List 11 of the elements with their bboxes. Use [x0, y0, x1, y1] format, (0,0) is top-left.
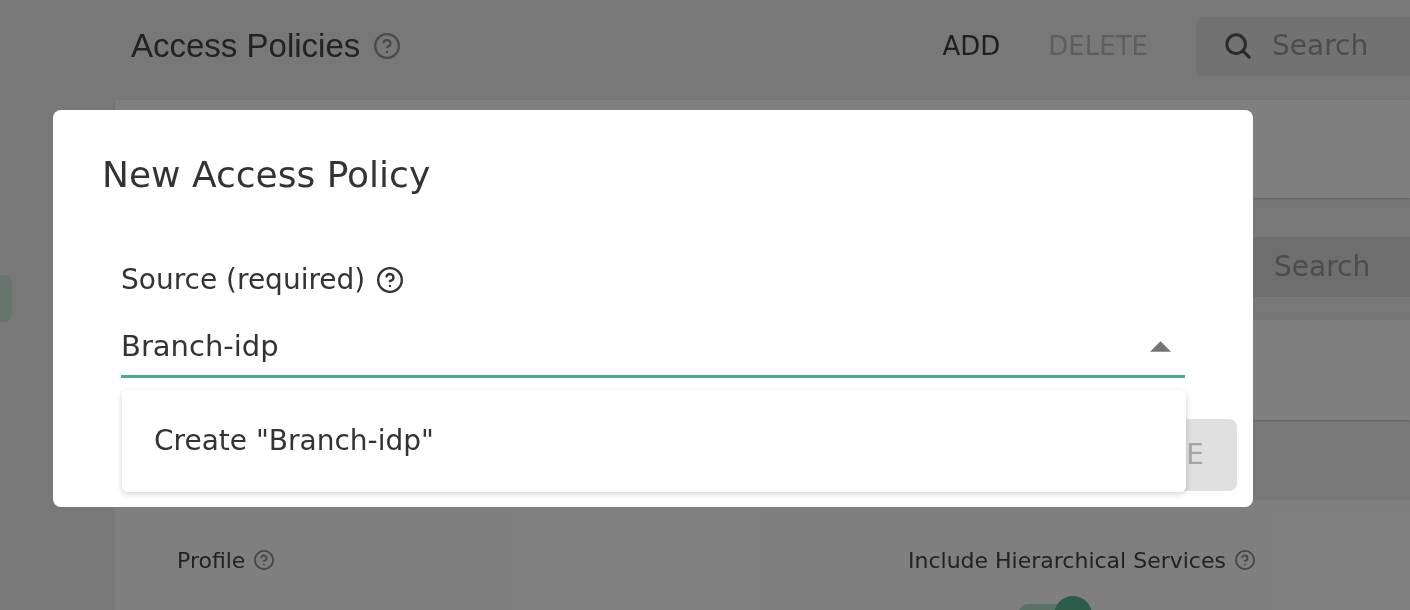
- caret-icon[interactable]: [1150, 341, 1171, 352]
- search-icon: [1225, 33, 1251, 59]
- dialog-title: New Access Policy: [102, 153, 431, 197]
- select-field[interactable]: Branch-idp: [121, 318, 1185, 378]
- field-label: Include Hierarchical Services: [908, 546, 1226, 575]
- toolbar-button[interactable]: ADD: [942, 26, 1001, 66]
- help-icon[interactable]: [377, 267, 404, 293]
- menu-item[interactable]: Create "Branch-idp": [122, 390, 1186, 492]
- page-title: Access Policies: [131, 26, 361, 67]
- field-label: Profile: [177, 546, 246, 575]
- field-label: Source (required): [121, 262, 366, 298]
